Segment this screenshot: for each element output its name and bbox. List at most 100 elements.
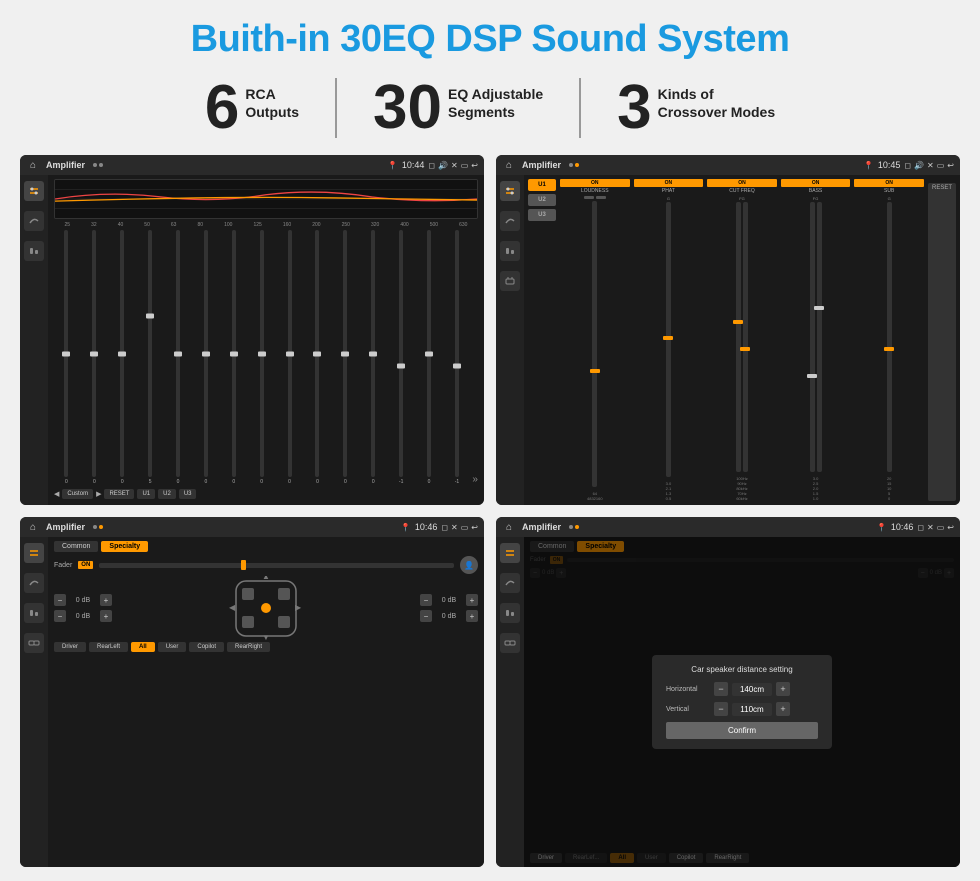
fader-plus-2[interactable]: + [100,610,112,622]
status-dot-2 [99,163,103,167]
eq-sidebar-btn-3[interactable] [24,241,44,261]
dist-vertical-label: Vertical [666,706,710,713]
fader-sidebar-btn-3[interactable] [24,603,44,623]
fader-sidebar [20,537,48,867]
dist-sidebar-btn-3[interactable] [500,603,520,623]
eq-slider-1[interactable]: 0 [82,230,107,485]
eq-next-button[interactable]: ▶ [96,490,101,498]
fader-status-bar: ⌂ Amplifier 📍 10:46 ◻ ✕ ▭ ↩ [20,517,484,537]
dsp-sub-on[interactable]: ON [854,179,924,187]
eq-slider-4[interactable]: 0 [166,230,191,485]
stat-rca-number: 6 [205,77,239,139]
eq-slider-11[interactable]: 0 [361,230,386,485]
dist-back-icon: ↩ [947,523,954,532]
stat-crossover-number: 3 [617,77,651,139]
eq-slider-13[interactable]: 0 [417,230,442,485]
eq-slider-2[interactable]: 0 [110,230,135,485]
fader-driver-button[interactable]: Driver [54,642,86,652]
eq-more-icon[interactable]: » [472,474,478,485]
fader-common-tab[interactable]: Common [54,541,98,552]
dsp-phat-on[interactable]: ON [634,179,704,187]
dist-confirm-button[interactable]: Confirm [666,722,818,739]
dsp-status-dots [569,163,579,167]
dsp-status-bar: ⌂ Amplifier 📍 10:45 ◻ 🔊 ✕ ▭ ↩ [496,155,960,175]
fader-copilot-button[interactable]: Copilot [189,642,224,652]
eq-u2-button[interactable]: U2 [158,489,176,499]
dist-sidebar-btn-1[interactable] [500,543,520,563]
dsp-cutfreq-on[interactable]: ON [707,179,777,187]
fader-screen-title: Amplifier [46,522,85,532]
eq-slider-0[interactable]: 0 [54,230,79,485]
fader-sidebar-btn-4[interactable] [24,633,44,653]
dsp-reset-button[interactable]: RESET [928,183,956,501]
eq-slider-9[interactable]: 0 [305,230,330,485]
dsp-dot-2 [575,163,579,167]
dist-vertical-minus[interactable]: − [714,702,728,716]
eq-slider-5[interactable]: 0 [193,230,218,485]
eq-slider-10[interactable]: 0 [333,230,358,485]
eq-slider-14[interactable]: -1 [444,230,469,485]
fader-avatar[interactable]: 👤 [460,556,478,574]
eq-screen-content: 25 32 40 50 63 80 100 125 160 200 250 32… [20,175,484,505]
dsp-sidebar-btn-1[interactable] [500,181,520,201]
fader-sidebar-btn-2[interactable] [24,573,44,593]
dsp-u2-button[interactable]: U2 [528,194,556,206]
dist-vertical-plus[interactable]: + [776,702,790,716]
dist-horizontal-minus[interactable]: − [714,682,728,696]
fader-plus-4[interactable]: + [466,610,478,622]
fader-car-diagram: ◀ ▶ ▲ ▼ [118,578,414,638]
dsp-sidebar-btn-3[interactable] [500,241,520,261]
fader-home-icon[interactable]: ⌂ [26,520,40,534]
fader-user-button[interactable]: User [158,642,187,652]
dsp-presets: U1 U2 U3 [528,179,556,501]
dsp-sidebar-btn-2[interactable] [500,211,520,231]
fader-plus-1[interactable]: + [100,594,112,606]
dsp-u3-button[interactable]: U3 [528,209,556,221]
fader-plus-3[interactable]: + [466,594,478,606]
dsp-screen-content: U1 U2 U3 ON LOUDNESS [496,175,960,505]
eq-slider-3[interactable]: 5 [138,230,163,485]
dist-home-icon[interactable]: ⌂ [502,520,516,534]
dist-horizontal-value: 140cm [732,683,772,696]
dsp-status-icons: ◻ 🔊 ✕ ▭ ↩ [904,161,954,170]
dsp-bass-on[interactable]: ON [781,179,851,187]
fader-minus-4[interactable]: − [420,610,432,622]
home-icon[interactable]: ⌂ [26,158,40,172]
fader-specialty-tab[interactable]: Specialty [101,541,148,552]
dsp-sidebar [496,175,524,505]
fader-sidebar-btn-1[interactable] [24,543,44,563]
eq-u3-button[interactable]: U3 [179,489,197,499]
eq-slider-6[interactable]: 0 [221,230,246,485]
dsp-u1-button[interactable]: U1 [528,179,556,191]
dist-sidebar-btn-2[interactable] [500,573,520,593]
dist-status-dots [569,525,579,529]
dsp-loudness-on[interactable]: ON [560,179,630,187]
dsp-home-icon[interactable]: ⌂ [502,158,516,172]
dist-screen-title: Amplifier [522,522,561,532]
eq-u1-button[interactable]: U1 [137,489,155,499]
fader-on-badge[interactable]: ON [78,561,93,569]
eq-graph [54,179,478,219]
fader-minus-1[interactable]: − [54,594,66,606]
fader-status-dots [93,525,103,529]
eq-slider-8[interactable]: 0 [277,230,302,485]
eq-reset-button[interactable]: RESET [104,489,134,499]
fader-rearleft-button[interactable]: RearLeft [89,642,128,652]
fader-minus-3[interactable]: − [420,594,432,606]
dist-horizontal-plus[interactable]: + [776,682,790,696]
fader-all-button[interactable]: All [131,642,155,652]
eq-slider-12[interactable]: -1 [389,230,414,485]
eq-sidebar-btn-1[interactable] [24,181,44,201]
status-dot-1 [93,163,97,167]
window-icon: ▭ [461,161,469,170]
dsp-sidebar-btn-4[interactable] [500,271,520,291]
eq-slider-7[interactable]: 0 [249,230,274,485]
eq-sidebar-btn-2[interactable] [24,211,44,231]
fader-minus-2[interactable]: − [54,610,66,622]
fader-rearright-button[interactable]: RearRight [227,642,270,652]
fader-vol-val-1: 0 dB [69,597,97,604]
dsp-volume-icon: 🔊 [914,161,924,170]
eq-prev-button[interactable]: ◀ [54,490,59,498]
fader-slider[interactable] [99,563,454,568]
dist-sidebar-btn-4[interactable] [500,633,520,653]
